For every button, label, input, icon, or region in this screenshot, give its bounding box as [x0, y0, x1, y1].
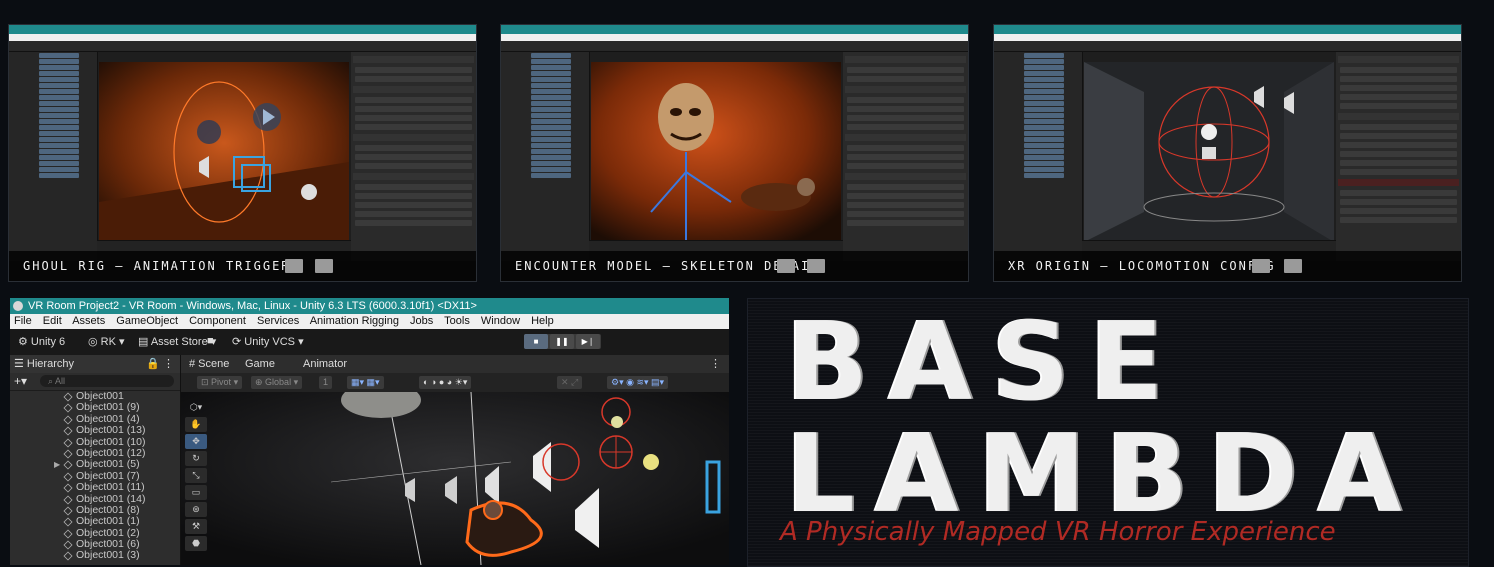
vcs-dropdown[interactable]: ⟳ Unity VCS ▾: [232, 335, 304, 348]
hierarchy-item[interactable]: Object001 (1): [10, 516, 180, 527]
menu-file[interactable]: File: [14, 315, 32, 327]
menu-window[interactable]: Window: [481, 315, 520, 327]
scale-tool-icon[interactable]: ⤡: [185, 468, 207, 483]
scene-tools-column: ⬡▾ ✋ ✥ ↻ ⤡ ▭ ⊛ ⚒ ⬣: [185, 400, 209, 553]
menu-animation-rigging[interactable]: Animation Rigging: [310, 315, 399, 327]
grid-snap-icon[interactable]: ▦▾ ▦▾: [347, 376, 384, 389]
brand-title-card: BASE LAMBDA A Physically Mapped VR Horro…: [747, 298, 1469, 567]
draw-mode-icons[interactable]: ◐ ◑ ● ◕ ☀▾: [419, 376, 472, 389]
folder-icon: [777, 259, 795, 273]
play-controls: ■ ❚❚ ▶❘: [524, 334, 601, 349]
thumb-toolbar: [994, 41, 1461, 52]
unity-editor-screenshot: VR Room Project2 - VR Room - Windows, Ma…: [10, 298, 729, 565]
add-icon[interactable]: +▾: [14, 374, 27, 388]
menu-bar: File Edit Assets GameObject Component Se…: [10, 314, 729, 329]
scene-toolbar: ⊡ Pivot ▾ ⊕ Global ▾ 1 ▦▾ ▦▾ ◐ ◑ ● ◕ ☀▾ …: [181, 373, 729, 393]
thumb-scene-view: [99, 62, 349, 242]
scene-viewport[interactable]: ⬡▾ ✋ ✥ ↻ ⤡ ▭ ⊛ ⚒ ⬣: [181, 392, 729, 565]
scene-tabs: # Scene Game Animator ⋮: [181, 355, 729, 373]
main-toolbar: ⚙ Unity 6 ◎ RK ▾ ▤ Asset Store ▾ ■ ⟳ Uni…: [10, 329, 729, 355]
unity-logo-icon: [13, 301, 23, 311]
thumb-caption-text: XR ORIGIN — LOCOMOTION CONFIG: [1008, 259, 1276, 273]
unity-account-button[interactable]: ⚙ Unity 6: [18, 335, 65, 348]
transform-tool-icon[interactable]: ⊛: [185, 502, 207, 517]
global-toggle[interactable]: ⊕ Global ▾: [251, 376, 303, 389]
thumbnail-encounter-model[interactable]: ENCOUNTER MODEL — SKELETON DETAIL: [500, 24, 969, 282]
hierarchy-list: Object001 Object001 (9) Object001 (4) Ob…: [10, 390, 180, 562]
brand-title-line1: BASE: [786, 300, 1184, 425]
hand-tool-icon[interactable]: ✋: [185, 417, 207, 432]
rotate-tool-icon[interactable]: ↻: [185, 451, 207, 466]
menu-tools[interactable]: Tools: [444, 315, 470, 327]
thumb-hierarchy: [9, 52, 98, 261]
thumb-caption-text: GHOUL RIG — ANIMATION TRIGGERS: [23, 259, 300, 273]
thumb-title-bar: [994, 25, 1461, 34]
more-options-icon[interactable]: ⋮: [710, 355, 721, 373]
gizmo-icons[interactable]: ⚙▾ ◉ ≋▾ ▤▾: [607, 376, 669, 389]
hierarchy-item[interactable]: Object001 (13): [10, 424, 180, 436]
menu-services[interactable]: Services: [257, 315, 299, 327]
thumb-toolbar: [501, 41, 968, 52]
thumbnail-ghoul-rig[interactable]: GHOUL RIG — ANIMATION TRIGGERS: [8, 24, 477, 282]
folder-icon: [1252, 259, 1270, 273]
scene-panel: # Scene Game Animator ⋮ ⊡ Pivot ▾ ⊕ Glob…: [181, 355, 729, 565]
step-button[interactable]: ▶❘: [576, 334, 600, 349]
menu-gameobject[interactable]: GameObject: [116, 315, 178, 327]
thumb-toolbar: [9, 41, 476, 52]
thumb-menu-bar: [501, 34, 968, 41]
rect-tool-icon[interactable]: ▭: [185, 485, 207, 500]
hierarchy-search-row: +▾ ⌕ All: [10, 373, 180, 391]
thumb-inspector: [843, 52, 968, 261]
asset-store-dropdown[interactable]: ▤ Asset Store ▾: [138, 335, 216, 348]
hierarchy-tab[interactable]: ☰ Hierarchy 🔒 ⋮: [10, 355, 180, 373]
hierarchy-item[interactable]: Object001 (11): [10, 481, 180, 493]
thumb-menu-bar: [9, 34, 476, 41]
expand-arrow-icon[interactable]: ▶: [54, 459, 60, 470]
thumb-scene-view: [591, 62, 841, 242]
brand-title-line2: LAMBDA: [786, 412, 1422, 537]
tab-scene[interactable]: # Scene: [189, 355, 229, 373]
extra-tool-icon[interactable]: ⬣: [185, 536, 207, 551]
thumb-menu-bar: [994, 34, 1461, 41]
menu-help[interactable]: Help: [531, 315, 554, 327]
hierarchy-panel: ☰ Hierarchy 🔒 ⋮ +▾ ⌕ All Object001 Object…: [10, 355, 181, 565]
pivot-toggle[interactable]: ⊡ Pivot ▾: [197, 376, 243, 389]
thumb-caption: XR ORIGIN — LOCOMOTION CONFIG: [994, 251, 1461, 281]
hierarchy-search-input[interactable]: ⌕ All: [40, 375, 174, 387]
thumb-hierarchy: [501, 52, 590, 261]
tab-game[interactable]: Game: [245, 355, 275, 373]
thumb-title-bar: [9, 25, 476, 34]
menu-jobs[interactable]: Jobs: [410, 315, 433, 327]
window-title-bar: VR Room Project2 - VR Room - Windows, Ma…: [10, 298, 729, 314]
folder-icon: [285, 259, 303, 273]
menu-assets[interactable]: Assets: [72, 315, 105, 327]
thumb-inspector: [1336, 52, 1461, 261]
thumb-title-bar: [501, 25, 968, 34]
folder-icon: [807, 259, 825, 273]
thumbnail-xr-origin[interactable]: XR ORIGIN — LOCOMOTION CONFIG: [993, 24, 1462, 282]
grid-size-field[interactable]: 1: [319, 376, 333, 389]
hierarchy-item[interactable]: Object001 (3): [10, 550, 180, 561]
window-title: VR Room Project2 - VR Room - Windows, Ma…: [28, 300, 477, 312]
thumb-caption: ENCOUNTER MODEL — SKELETON DETAIL: [501, 251, 968, 281]
folder-icon: [1284, 259, 1302, 273]
move-tool-icon[interactable]: ✥: [185, 434, 207, 449]
play-button[interactable]: ■: [524, 334, 548, 349]
account-dropdown[interactable]: ◎ RK ▾: [88, 335, 125, 348]
thumb-inspector: [351, 52, 476, 261]
thumb-caption-text: ENCOUNTER MODEL — SKELETON DETAIL: [515, 259, 820, 273]
tab-animator[interactable]: Animator: [303, 355, 347, 373]
folder-icon: [315, 259, 333, 273]
thumb-hierarchy: [994, 52, 1083, 261]
orientation-gizmo-icon[interactable]: ⬡▾: [185, 400, 207, 415]
pause-button[interactable]: ❚❚: [550, 334, 574, 349]
thumb-caption: GHOUL RIG — ANIMATION TRIGGERS: [9, 251, 476, 281]
audio-mute-icon[interactable]: ✕ ⤢: [557, 376, 583, 389]
menu-edit[interactable]: Edit: [43, 315, 62, 327]
package-icon[interactable]: ■: [207, 335, 214, 347]
custom-tool-icon[interactable]: ⚒: [185, 519, 207, 534]
brand-subtitle: A Physically Mapped VR Horror Experience: [780, 517, 1336, 547]
menu-component[interactable]: Component: [189, 315, 246, 327]
thumb-scene-view: [1084, 62, 1334, 242]
